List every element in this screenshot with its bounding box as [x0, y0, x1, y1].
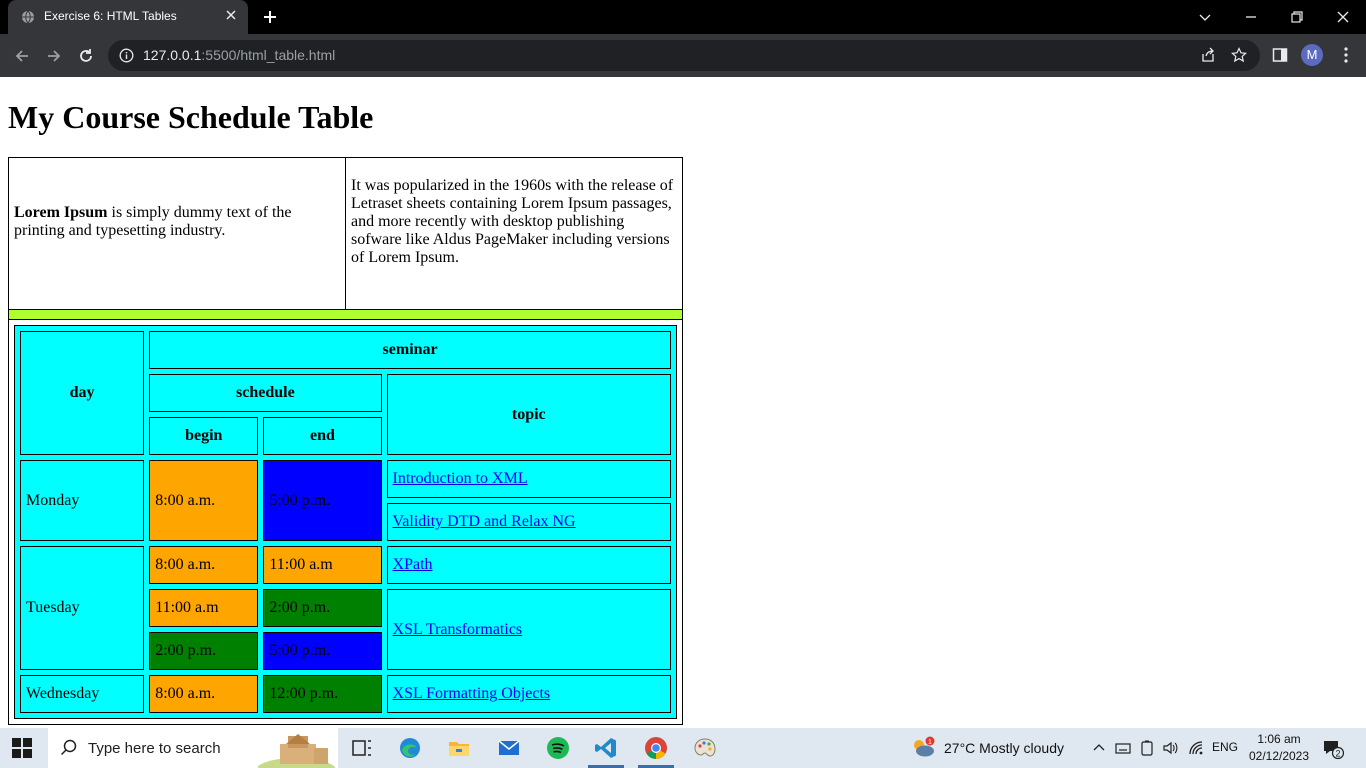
- header-day: day: [20, 331, 145, 455]
- task-view-icon[interactable]: [350, 736, 374, 760]
- reload-icon[interactable]: [77, 47, 95, 65]
- chevron-up-icon[interactable]: [1091, 740, 1107, 756]
- keyboard-icon[interactable]: [1115, 740, 1131, 756]
- topic-cell: Introduction to XML: [386, 460, 671, 498]
- language-indicator[interactable]: ENG: [1212, 740, 1238, 754]
- header-begin: begin: [149, 417, 259, 455]
- close-tab-icon[interactable]: [224, 8, 238, 22]
- forward-arrow-icon[interactable]: [45, 47, 63, 65]
- globe-icon: [22, 10, 34, 24]
- header-seminar: seminar: [149, 331, 671, 369]
- browser-toolbar: 127.0.0.1:5500/html_table.html M: [0, 34, 1366, 77]
- more-menu-icon[interactable]: [1338, 46, 1354, 64]
- begin-cell: 11:00 a.m: [149, 589, 259, 627]
- divider-bar: [8, 309, 683, 320]
- day-cell: Wednesday: [20, 675, 145, 713]
- mail-icon[interactable]: [497, 736, 521, 760]
- tab-title: Exercise 6: HTML Tables: [44, 9, 177, 23]
- table-row: Wednesday 8:00 a.m. 12:00 p.m. XSL Forma…: [20, 675, 671, 713]
- topic-cell: XSL Formatting Objects: [386, 675, 671, 713]
- begin-cell: 2:00 p.m.: [149, 632, 259, 670]
- chevron-down-icon[interactable]: [1197, 9, 1213, 25]
- search-highlight-image: [258, 734, 336, 768]
- browser-tab[interactable]: Exercise 6: HTML Tables: [8, 0, 248, 34]
- course-table: Lorem Ipsum is simply dummy text of the …: [8, 157, 683, 725]
- file-explorer-icon[interactable]: [447, 736, 471, 760]
- profile-avatar[interactable]: M: [1301, 44, 1323, 66]
- topic-link-validity[interactable]: Validity DTD and Relax NG: [393, 513, 576, 530]
- schedule-table: day seminar schedule topic begin end Mon…: [14, 325, 677, 719]
- search-placeholder: Type here to search: [88, 740, 221, 757]
- browser-tab-strip: Exercise 6: HTML Tables: [0, 0, 1366, 34]
- search-icon: [60, 739, 77, 756]
- new-tab-icon[interactable]: [262, 9, 278, 25]
- intro-left-cell: Lorem Ipsum is simply dummy text of the …: [8, 157, 346, 310]
- battery-icon[interactable]: [1139, 740, 1155, 756]
- topic-link-xml-intro[interactable]: Introduction to XML: [393, 470, 528, 487]
- topic-cell: Validity DTD and Relax NG: [386, 503, 671, 541]
- info-icon[interactable]: [119, 48, 134, 63]
- topic-cell: XSL Transformatics: [386, 589, 671, 670]
- header-topic: topic: [386, 374, 671, 455]
- chrome-icon[interactable]: [644, 736, 668, 760]
- paint-icon[interactable]: [693, 736, 717, 760]
- begin-cell: 8:00 a.m.: [149, 675, 259, 713]
- back-arrow-icon[interactable]: [13, 47, 31, 65]
- clock-date: 02/12/2023: [1248, 749, 1310, 763]
- table-row: Tuesday 8:00 a.m. 11:00 a.m XPath: [20, 546, 671, 670]
- end-cell: 5:00 p.m.: [263, 632, 382, 670]
- url-text: 127.0.0.1:5500/html_table.html: [143, 47, 336, 63]
- minimize-icon[interactable]: [1243, 9, 1259, 25]
- topic-link-xpath[interactable]: XPath: [393, 556, 433, 573]
- topic-link-xsl-fo[interactable]: XSL Formatting Objects: [393, 685, 551, 702]
- spotify-icon[interactable]: [546, 736, 570, 760]
- close-window-icon[interactable]: [1335, 9, 1351, 25]
- clock-time: 1:06 am: [1257, 732, 1301, 746]
- bookmark-star-icon[interactable]: [1231, 47, 1247, 63]
- side-panel-icon[interactable]: [1272, 47, 1288, 63]
- restore-icon[interactable]: [1289, 9, 1305, 25]
- weather-badge: 1: [928, 739, 932, 746]
- wifi-icon[interactable]: [1188, 740, 1204, 756]
- header-schedule: schedule: [149, 374, 382, 412]
- day-cell: Tuesday: [20, 546, 145, 670]
- notification-count: 2: [1335, 748, 1340, 758]
- end-cell: 11:00 a.m: [263, 546, 382, 584]
- edge-browser-icon[interactable]: [398, 736, 422, 760]
- page-title: My Course Schedule Table: [8, 99, 374, 135]
- share-icon[interactable]: [1200, 47, 1216, 63]
- vscode-icon[interactable]: [594, 736, 618, 760]
- intro-right-cell: It was popularized in the 1960s with the…: [345, 157, 683, 310]
- address-bar[interactable]: 127.0.0.1:5500/html_table.html: [108, 40, 1260, 71]
- day-cell: Monday: [20, 460, 145, 541]
- end-cell: 2:00 p.m.: [263, 589, 382, 627]
- taskbar-search-box[interactable]: Type here to search: [48, 728, 338, 768]
- begin-cell: 8:00 a.m.: [149, 546, 259, 584]
- page-content: My Course Schedule Table Lorem Ipsum is …: [0, 77, 1366, 728]
- taskbar: Type here to search 1 27°C Mostly cloudy…: [0, 728, 1366, 768]
- notification-center-icon[interactable]: 2: [1322, 738, 1344, 760]
- intro-left-bold: Lorem Ipsum: [14, 203, 108, 221]
- volume-icon[interactable]: [1162, 740, 1178, 756]
- weather-cloudy-icon[interactable]: 1: [910, 736, 936, 758]
- weather-text[interactable]: 27°C Mostly cloudy: [944, 740, 1064, 756]
- schedule-wrapper: day seminar schedule topic begin end Mon…: [8, 319, 683, 725]
- table-row: Monday 8:00 a.m. 5:00 p.m. Introduction …: [20, 460, 671, 541]
- begin-cell: 8:00 a.m.: [149, 460, 259, 541]
- topic-cell: XPath: [386, 546, 671, 584]
- clock[interactable]: 1:06 am 02/12/2023: [1244, 731, 1314, 765]
- end-cell: 5:00 p.m.: [263, 460, 382, 541]
- windows-start-icon[interactable]: [12, 738, 32, 758]
- topic-link-xsl-transformatics[interactable]: XSL Transformatics: [393, 621, 523, 638]
- end-cell: 12:00 p.m.: [263, 675, 382, 713]
- header-end: end: [263, 417, 382, 455]
